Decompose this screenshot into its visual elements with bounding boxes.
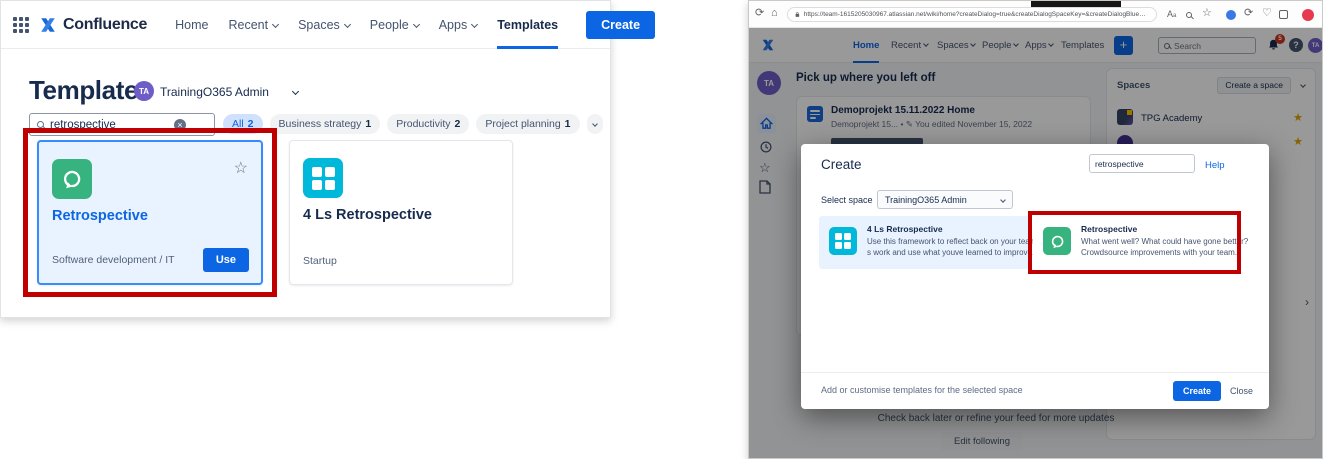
- chevron-down-icon: [272, 21, 279, 28]
- browser-refresh-icon[interactable]: ⟳: [755, 8, 764, 19]
- app-switcher-icon[interactable]: [13, 17, 29, 33]
- filter-productivity[interactable]: Productivity2: [387, 114, 469, 134]
- url-text: https://team-1615205030967.atlassian.net…: [804, 11, 1149, 18]
- left-screenshot: Confluence Home Recent Spaces People App…: [0, 0, 611, 318]
- nav-item-people[interactable]: People: [370, 1, 419, 49]
- filter-business-strategy[interactable]: Business strategy1: [270, 114, 381, 134]
- right-screenshot: ⟳ ⌂ https://team-1615205030967.atlassian…: [748, 0, 1323, 459]
- favorites-star-icon[interactable]: ☆: [1202, 8, 1212, 19]
- search-icon: [37, 121, 44, 128]
- template-card-retrospective[interactable]: ☆ Retrospective Software development / I…: [37, 140, 263, 285]
- confluence-logo[interactable]: Confluence: [39, 16, 147, 34]
- 4ls-template-icon: [303, 158, 343, 198]
- chevron-down-icon: [413, 21, 420, 28]
- lock-icon: [795, 10, 800, 19]
- browser-home-icon[interactable]: ⌂: [771, 8, 778, 19]
- read-aloud-icon[interactable]: Aa: [1167, 9, 1176, 22]
- search-input[interactable]: [50, 119, 168, 131]
- template-search[interactable]: ×: [29, 113, 215, 136]
- left-top-nav: Confluence Home Recent Spaces People App…: [1, 1, 610, 49]
- dialog-template-retrospective[interactable]: Retrospective What went well? What could…: [1033, 216, 1237, 269]
- nav-item-spaces[interactable]: Spaces: [298, 1, 350, 49]
- space-avatar: TA: [134, 81, 154, 101]
- retrospective-template-icon: [52, 159, 92, 199]
- template-card-title[interactable]: 4 Ls Retrospective: [303, 207, 432, 223]
- browser-sync-icon[interactable]: ⟳: [1244, 8, 1253, 19]
- filter-pills: All2 Business strategy1 Productivity2 Pr…: [223, 114, 603, 134]
- more-filters-button[interactable]: [587, 114, 603, 134]
- nav-item-recent[interactable]: Recent: [228, 1, 278, 49]
- use-template-button[interactable]: Use: [203, 248, 249, 272]
- star-favourite-icon[interactable]: ☆: [234, 158, 248, 178]
- confluence-logo-icon: [39, 16, 57, 34]
- chevron-down-icon: [1000, 197, 1006, 203]
- space-select-dropdown[interactable]: TrainingO365 Admin: [877, 190, 1013, 209]
- nav-item-apps[interactable]: Apps: [439, 1, 478, 49]
- browser-zoom-icon[interactable]: [1186, 10, 1192, 21]
- chevron-down-icon: [344, 21, 351, 28]
- template-card-category: Software development / IT: [52, 254, 175, 266]
- dialog-title: Create: [821, 157, 862, 172]
- dialog-template-search-input[interactable]: [1089, 154, 1195, 173]
- extensions-icon[interactable]: [1279, 10, 1288, 19]
- browser-profile-icon[interactable]: [1302, 9, 1314, 21]
- 4ls-template-icon: [829, 227, 857, 255]
- create-button[interactable]: Create: [586, 11, 655, 39]
- template-card-4ls-retrospective[interactable]: 4 Ls Retrospective Startup: [289, 140, 513, 285]
- dialog-template-4ls[interactable]: 4 Ls Retrospective Use this framework to…: [819, 216, 1029, 269]
- browser-extension-blue-icon[interactable]: [1226, 10, 1236, 20]
- help-link[interactable]: Help: [1205, 160, 1225, 171]
- select-space-label: Select space: [821, 195, 873, 205]
- filter-project-planning[interactable]: Project planning1: [476, 114, 579, 134]
- template-card-title[interactable]: Retrospective: [52, 208, 148, 224]
- chevron-down-icon: [471, 21, 478, 28]
- dialog-create-button[interactable]: Create: [1173, 381, 1221, 401]
- create-dialog: Create Help Select space TrainingO365 Ad…: [801, 144, 1269, 409]
- confluence-page: Home Recent Spaces People Apps Templates…: [749, 28, 1322, 459]
- dialog-close-button[interactable]: Close: [1230, 386, 1253, 396]
- filter-all[interactable]: All2: [223, 114, 263, 134]
- customise-templates-link[interactable]: Add or customise templates for the selec…: [821, 385, 1023, 395]
- space-selector-chevron-icon[interactable]: [292, 88, 299, 95]
- clear-search-icon[interactable]: ×: [174, 119, 186, 131]
- dialog-footer: Add or customise templates for the selec…: [801, 372, 1269, 409]
- space-selector-label[interactable]: TrainingO365 Admin: [160, 85, 269, 99]
- nav-item-templates[interactable]: Templates: [497, 1, 558, 49]
- browser-address-bar[interactable]: https://team-1615205030967.atlassian.net…: [787, 7, 1157, 22]
- nav-item-home[interactable]: Home: [175, 1, 208, 49]
- brand-name: Confluence: [63, 16, 147, 34]
- template-card-category: Startup: [303, 255, 337, 267]
- collections-heart-icon[interactable]: ♡: [1262, 8, 1272, 19]
- retrospective-template-icon: [1043, 227, 1071, 255]
- browser-toolbar: ⟳ ⌂ https://team-1615205030967.atlassian…: [749, 1, 1322, 28]
